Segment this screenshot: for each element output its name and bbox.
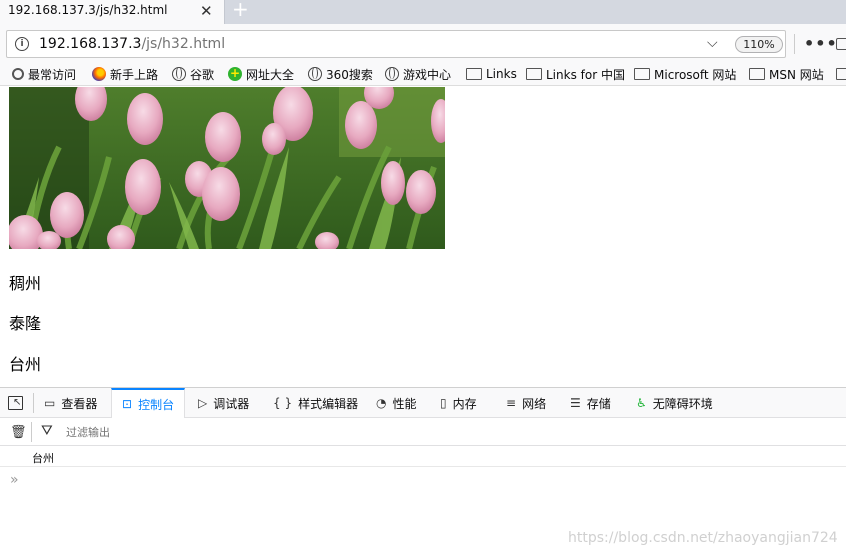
navigation-bar: i 192.168.137.3/js/h32.html ⌵ 110% ••• (0, 24, 846, 62)
info-icon[interactable]: i (15, 37, 29, 51)
url-path: /js/h32.html (141, 36, 226, 52)
console-icon: ⊡ (122, 397, 133, 411)
storage-icon: ☰ (570, 396, 581, 410)
url-text[interactable]: 192.168.137.3/js/h32.html (39, 36, 225, 52)
bookmark-google[interactable]: 谷歌 (172, 65, 214, 83)
tab-debugger[interactable]: ▷ 调试器 (198, 388, 249, 418)
tab-storage[interactable]: ☰ 存储 (570, 388, 611, 418)
more-actions-icon[interactable]: ••• (804, 34, 838, 53)
tab-accessibility[interactable]: ♿ 无障碍环境 (636, 388, 713, 418)
close-tab-icon[interactable]: ✕ (200, 2, 213, 20)
folder-icon (836, 68, 846, 80)
tab-memory[interactable]: ▯ 内存 (440, 388, 477, 418)
bookmark-label: Microsoft 网站 (654, 67, 737, 82)
tab-title: 192.168.137.3/js/h32.html (8, 3, 168, 17)
chevron-down-icon[interactable]: ⌵ (707, 35, 718, 51)
element-picker-icon[interactable] (8, 396, 23, 410)
trash-icon[interactable]: 🗑 (10, 425, 27, 440)
tab-strip: 192.168.137.3/js/h32.html ✕ + (0, 0, 846, 24)
bookmark-label: 谷歌 (190, 67, 215, 82)
tab-label: 内存 (452, 396, 477, 411)
toolbar-divider (33, 393, 34, 413)
console-log-row: 台州 (0, 446, 846, 467)
folder-icon (526, 68, 542, 80)
new-tab-button[interactable]: + (232, 0, 249, 21)
url-host: 192.168.137.3 (39, 36, 142, 52)
filter-output-input[interactable] (66, 424, 366, 440)
toolbar-divider (31, 422, 32, 442)
devtools-toolbar: ▭查看器 ⊡控制台 ▷调试器 { }样式编辑器 ◔性能 ▯内存 ≡网络 ☰存储 … (0, 388, 846, 418)
bookmark-label: Links (486, 67, 517, 81)
plus-circle-icon: + (228, 66, 242, 81)
tab-style-editor[interactable]: { } 样式编辑器 (273, 388, 358, 418)
folder-icon (749, 68, 765, 80)
tab-label: 控制台 (138, 397, 175, 412)
bookmark-label: 网址大全 (246, 67, 295, 82)
gear-icon (12, 68, 24, 80)
bookmark-label: 360搜索 (326, 67, 373, 82)
style-editor-icon: { } (273, 396, 293, 410)
city-text-taizhou: 台州 (9, 355, 42, 374)
console-log-text: 台州 (32, 452, 54, 465)
tulip-photo (9, 87, 445, 249)
city-text-chouzhou: 稠州 (9, 274, 42, 293)
tab-console[interactable]: ⊡ 控制台 (111, 388, 186, 418)
console-prompt-icon[interactable]: » (10, 472, 19, 488)
bookmark-label: 游戏中心 (403, 67, 452, 82)
tab-label: 样式编辑器 (298, 396, 359, 411)
globe-icon (385, 67, 399, 81)
browser-tab[interactable]: 192.168.137.3/js/h32.html ✕ (0, 0, 225, 24)
tab-label: 调试器 (213, 396, 250, 411)
library-icon[interactable] (836, 38, 846, 50)
tulip-image (9, 87, 445, 249)
bookmark-folder-links-china[interactable]: Links for 中国 (526, 65, 625, 83)
accessibility-icon: ♿ (636, 396, 647, 410)
tab-inspector[interactable]: ▭ 查看器 (44, 388, 97, 418)
watermark-text: https://blog.csdn.net/zhaoyangjian724 (568, 530, 838, 546)
bookmark-label: 新手上路 (110, 67, 159, 82)
address-bar[interactable]: i 192.168.137.3/js/h32.html ⌵ 110% (6, 30, 786, 58)
bookmarks-toolbar: 最常访问 新手上路 谷歌 + 网址大全 360搜索 游戏中心 Links Link… (0, 62, 846, 86)
tab-performance[interactable]: ◔ 性能 (376, 388, 417, 418)
bookmark-label: MSN 网站 (769, 67, 824, 82)
console-filter-bar: 🗑 ⛛ (0, 418, 846, 446)
tab-label: 无障碍环境 (652, 396, 713, 411)
folder-icon (634, 68, 650, 80)
bookmark-hao123[interactable]: + 网址大全 (228, 65, 294, 83)
zoom-level-button[interactable]: 110% (735, 36, 783, 53)
bookmarks-overflow[interactable] (836, 65, 846, 83)
bookmark-folder-msn[interactable]: MSN 网站 (749, 65, 824, 83)
toolbar-divider (794, 34, 795, 54)
tab-label: 性能 (392, 396, 417, 411)
globe-icon (308, 67, 322, 81)
network-icon: ≡ (506, 396, 517, 410)
bookmark-getting-started[interactable]: 新手上路 (92, 65, 158, 83)
city-text-tailong: 泰隆 (9, 314, 42, 333)
bookmark-game-center[interactable]: 游戏中心 (385, 65, 451, 83)
inspector-icon: ▭ (44, 396, 56, 410)
bookmark-360-search[interactable]: 360搜索 (308, 65, 373, 83)
bookmark-label: 最常访问 (28, 67, 77, 82)
funnel-icon[interactable]: ⛛ (41, 423, 53, 439)
debugger-icon: ▷ (198, 396, 208, 410)
folder-icon (466, 68, 482, 80)
tab-label: 查看器 (61, 396, 98, 411)
bookmark-folder-microsoft[interactable]: Microsoft 网站 (634, 65, 736, 83)
globe-icon (172, 67, 186, 81)
bookmark-most-visited[interactable]: 最常访问 (12, 65, 76, 83)
memory-icon: ▯ (440, 396, 447, 410)
firefox-icon (92, 67, 106, 81)
tab-label: 网络 (522, 396, 547, 411)
performance-icon: ◔ (376, 396, 387, 410)
tab-label: 存储 (586, 396, 611, 411)
tab-network[interactable]: ≡ 网络 (506, 388, 546, 418)
bookmark-folder-links[interactable]: Links (466, 65, 517, 83)
bookmark-label: Links for 中国 (546, 67, 625, 82)
